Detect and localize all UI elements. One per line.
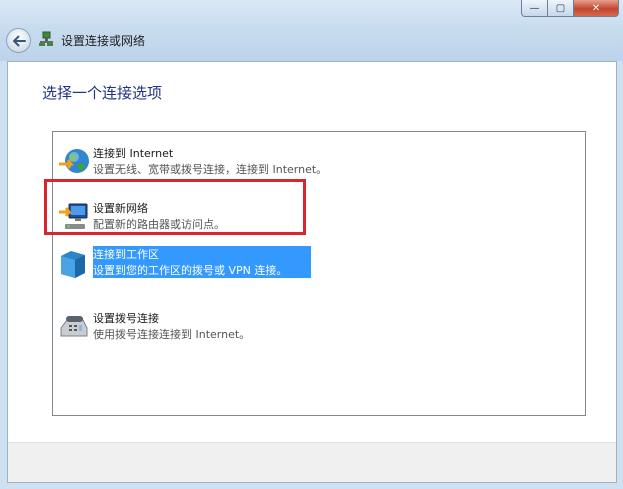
option-title: 设置拨号连接 <box>93 312 159 325</box>
window-title: 设置连接或网络 <box>61 34 146 48</box>
back-arrow-icon <box>12 35 26 46</box>
option-description: 设置到您的工作区的拨号或 VPN 连接。 <box>93 264 288 277</box>
maximize-button[interactable]: ▢ <box>548 0 574 17</box>
dialup-modem-icon <box>60 316 88 337</box>
window-controls: — ▢ ✕ <box>521 0 619 17</box>
annotation-highlight-frame <box>44 179 306 235</box>
connection-options-list: 连接到 Internet 设置无线、宽带或拨号连接，连接到 Internet。 … <box>52 131 586 416</box>
close-button[interactable]: ✕ <box>574 0 619 17</box>
globe-internet-icon <box>59 149 89 173</box>
minimize-button[interactable]: — <box>521 0 548 17</box>
wizard-content: 选择一个连接选项 连接到 Internet 设置无线、宽带或拨号连接，连接到 I… <box>7 61 617 483</box>
network-setup-icon <box>39 31 53 46</box>
wizard-footer <box>8 442 616 482</box>
back-button[interactable] <box>6 28 31 53</box>
option-title: 连接到 Internet <box>93 147 174 160</box>
option-title: 连接到工作区 <box>93 248 159 261</box>
page-heading: 选择一个连接选项 <box>42 84 163 102</box>
workplace-vpn-icon <box>61 251 85 278</box>
option-connect-workplace[interactable]: 连接到工作区 设置到您的工作区的拨号或 VPN 连接。 <box>57 242 517 286</box>
option-description: 设置无线、宽带或拨号连接，连接到 Internet。 <box>93 163 328 176</box>
option-description: 使用拨号连接连接到 Internet。 <box>93 328 251 341</box>
title-bar: — ▢ ✕ 设置连接或网络 <box>0 0 623 61</box>
option-setup-dialup[interactable]: 设置拨号连接 使用拨号连接连接到 Internet。 <box>57 306 517 350</box>
